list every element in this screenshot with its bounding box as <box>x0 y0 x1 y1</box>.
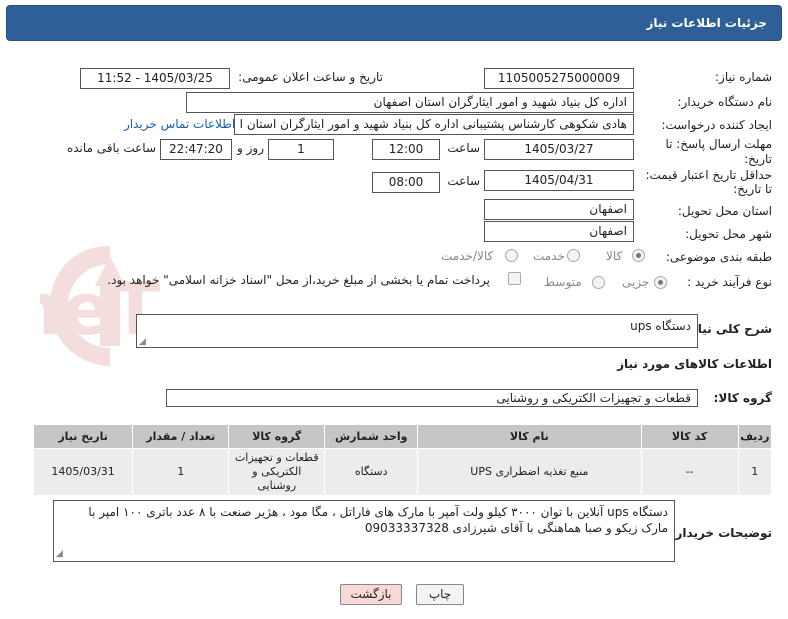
resize-handle-icon[interactable]: ◢ <box>139 337 146 347</box>
col-header-group: گروه کالا <box>228 424 326 449</box>
price-validity-label-date: تا تاریخ: <box>733 182 772 196</box>
treasury-payment-checkbox[interactable] <box>508 272 521 285</box>
goods-group-field: قطعات و تجهیزات الکتریکی و روشنایی <box>166 389 698 407</box>
province-field: اصفهان <box>484 199 634 220</box>
need-number-label: شماره نیاز: <box>715 70 772 84</box>
validity-date-field: 1405/04/31 <box>484 170 634 191</box>
remaining-time-field: 22:47:20 <box>160 139 232 160</box>
creator-field: هادی شکوهی کارشناس پشتیبانی اداره کل بنی… <box>234 114 634 135</box>
print-button[interactable]: چاپ <box>416 584 464 605</box>
category-option-goods: کالا <box>606 249 623 263</box>
cell-unit: دستگاه <box>324 448 419 496</box>
announce-label: تاریخ و ساعت اعلان عمومی: <box>238 70 383 84</box>
category-radio-goods[interactable] <box>632 249 645 262</box>
col-header-item-code: کد کالا <box>640 424 739 449</box>
price-validity-label: حداقل تاریخ اعتبار قیمت: <box>645 168 772 182</box>
remaining-time-label: ساعت باقی مانده <box>66 141 156 155</box>
cell-row-number: 1 <box>737 448 773 496</box>
validity-time-label: ساعت <box>447 174 480 188</box>
col-header-quantity: تعداد / مقدار <box>132 424 230 449</box>
buyer-notes-label: توضیحات خریدار: <box>670 526 772 540</box>
col-header-unit: واحد شمارش <box>324 424 419 449</box>
category-label: طبقه بندی موضوعی: <box>665 250 772 264</box>
buyer-org-label: نام دستگاه خریدار: <box>677 95 773 109</box>
description-field: دستگاه ups <box>136 314 698 348</box>
back-button[interactable]: بازگشت <box>340 584 402 605</box>
cell-item-code: -- <box>640 448 739 496</box>
purchase-radio-minor[interactable] <box>654 276 667 289</box>
col-header-need-date: تاریخ نیاز <box>32 424 134 449</box>
description-label: شرح کلی نیاز: <box>686 322 772 336</box>
category-radio-both[interactable] <box>505 249 518 262</box>
deadline-label-date: تاریخ: <box>744 152 772 166</box>
cell-group: قطعات و تجهیزات الکتریکی و روشنایی <box>228 448 326 496</box>
announce-field: 1405/03/25 - 11:52 <box>80 68 230 89</box>
goods-info-title: اطلاعات کالاهای مورد نیاز <box>617 357 772 371</box>
category-option-both: کالا/خدمت <box>441 249 494 263</box>
days-remaining-field: 1 <box>268 139 334 160</box>
city-label: شهر محل تحویل: <box>685 227 772 241</box>
page-header: جزئیات اطلاعات نیاز <box>6 5 782 41</box>
category-radio-service[interactable] <box>567 249 580 262</box>
notes-resize-handle-icon[interactable]: ◢ <box>56 549 63 559</box>
deadline-label: مهلت ارسال پاسخ: تا <box>665 137 772 151</box>
category-option-service: خدمت <box>533 249 565 263</box>
buyer-contact-link[interactable]: اطلاعات تماس خریدار <box>124 117 235 131</box>
days-label: روز و <box>237 141 264 155</box>
page-title: جزئیات اطلاعات نیاز <box>646 16 767 30</box>
province-label: استان محل تحویل: <box>677 204 772 218</box>
deadline-time-label: ساعت <box>447 141 480 155</box>
cell-need-date: 1405/03/31 <box>32 448 134 496</box>
deadline-time-field: 12:00 <box>372 139 440 160</box>
cell-quantity: 1 <box>132 448 230 496</box>
col-header-item-name: نام کالا <box>417 424 642 449</box>
city-field: اصفهان <box>484 221 634 242</box>
deadline-date-field: 1405/03/27 <box>484 139 634 160</box>
buyer-org-field: اداره کل بنیاد شهید و امور ایثارگران است… <box>186 92 634 113</box>
cell-item-name: منبع تغذیه اضطراری UPS <box>417 448 642 496</box>
purchase-type-label: نوع فرآیند خرید : <box>687 275 772 289</box>
col-header-row-number: ردیف <box>737 424 773 449</box>
need-number-field: 1105005275000009 <box>484 68 634 89</box>
creator-label: ایجاد کننده درخواست: <box>661 118 772 132</box>
purchase-radio-medium[interactable] <box>592 276 605 289</box>
goods-group-label: گروه کالا: <box>713 391 772 405</box>
purchase-option-medium: متوسط <box>544 275 582 289</box>
table-header-row: ردیف کد کالا نام کالا واحد شمارش گروه کا… <box>32 424 773 449</box>
buyer-notes-field: دستگاه ups آنلاین با توان ۳۰۰۰ کیلو ولت … <box>53 500 675 562</box>
treasury-payment-note: پرداخت تمام یا بخشی از مبلغ خرید،از محل … <box>107 273 490 287</box>
validity-time-field: 08:00 <box>372 172 440 193</box>
table-row: 1 -- منبع تغذیه اضطراری UPS دستگاه قطعات… <box>32 448 773 496</box>
purchase-option-minor: جزیی <box>622 275 650 289</box>
items-table: ردیف کد کالا نام کالا واحد شمارش گروه کا… <box>32 424 773 496</box>
